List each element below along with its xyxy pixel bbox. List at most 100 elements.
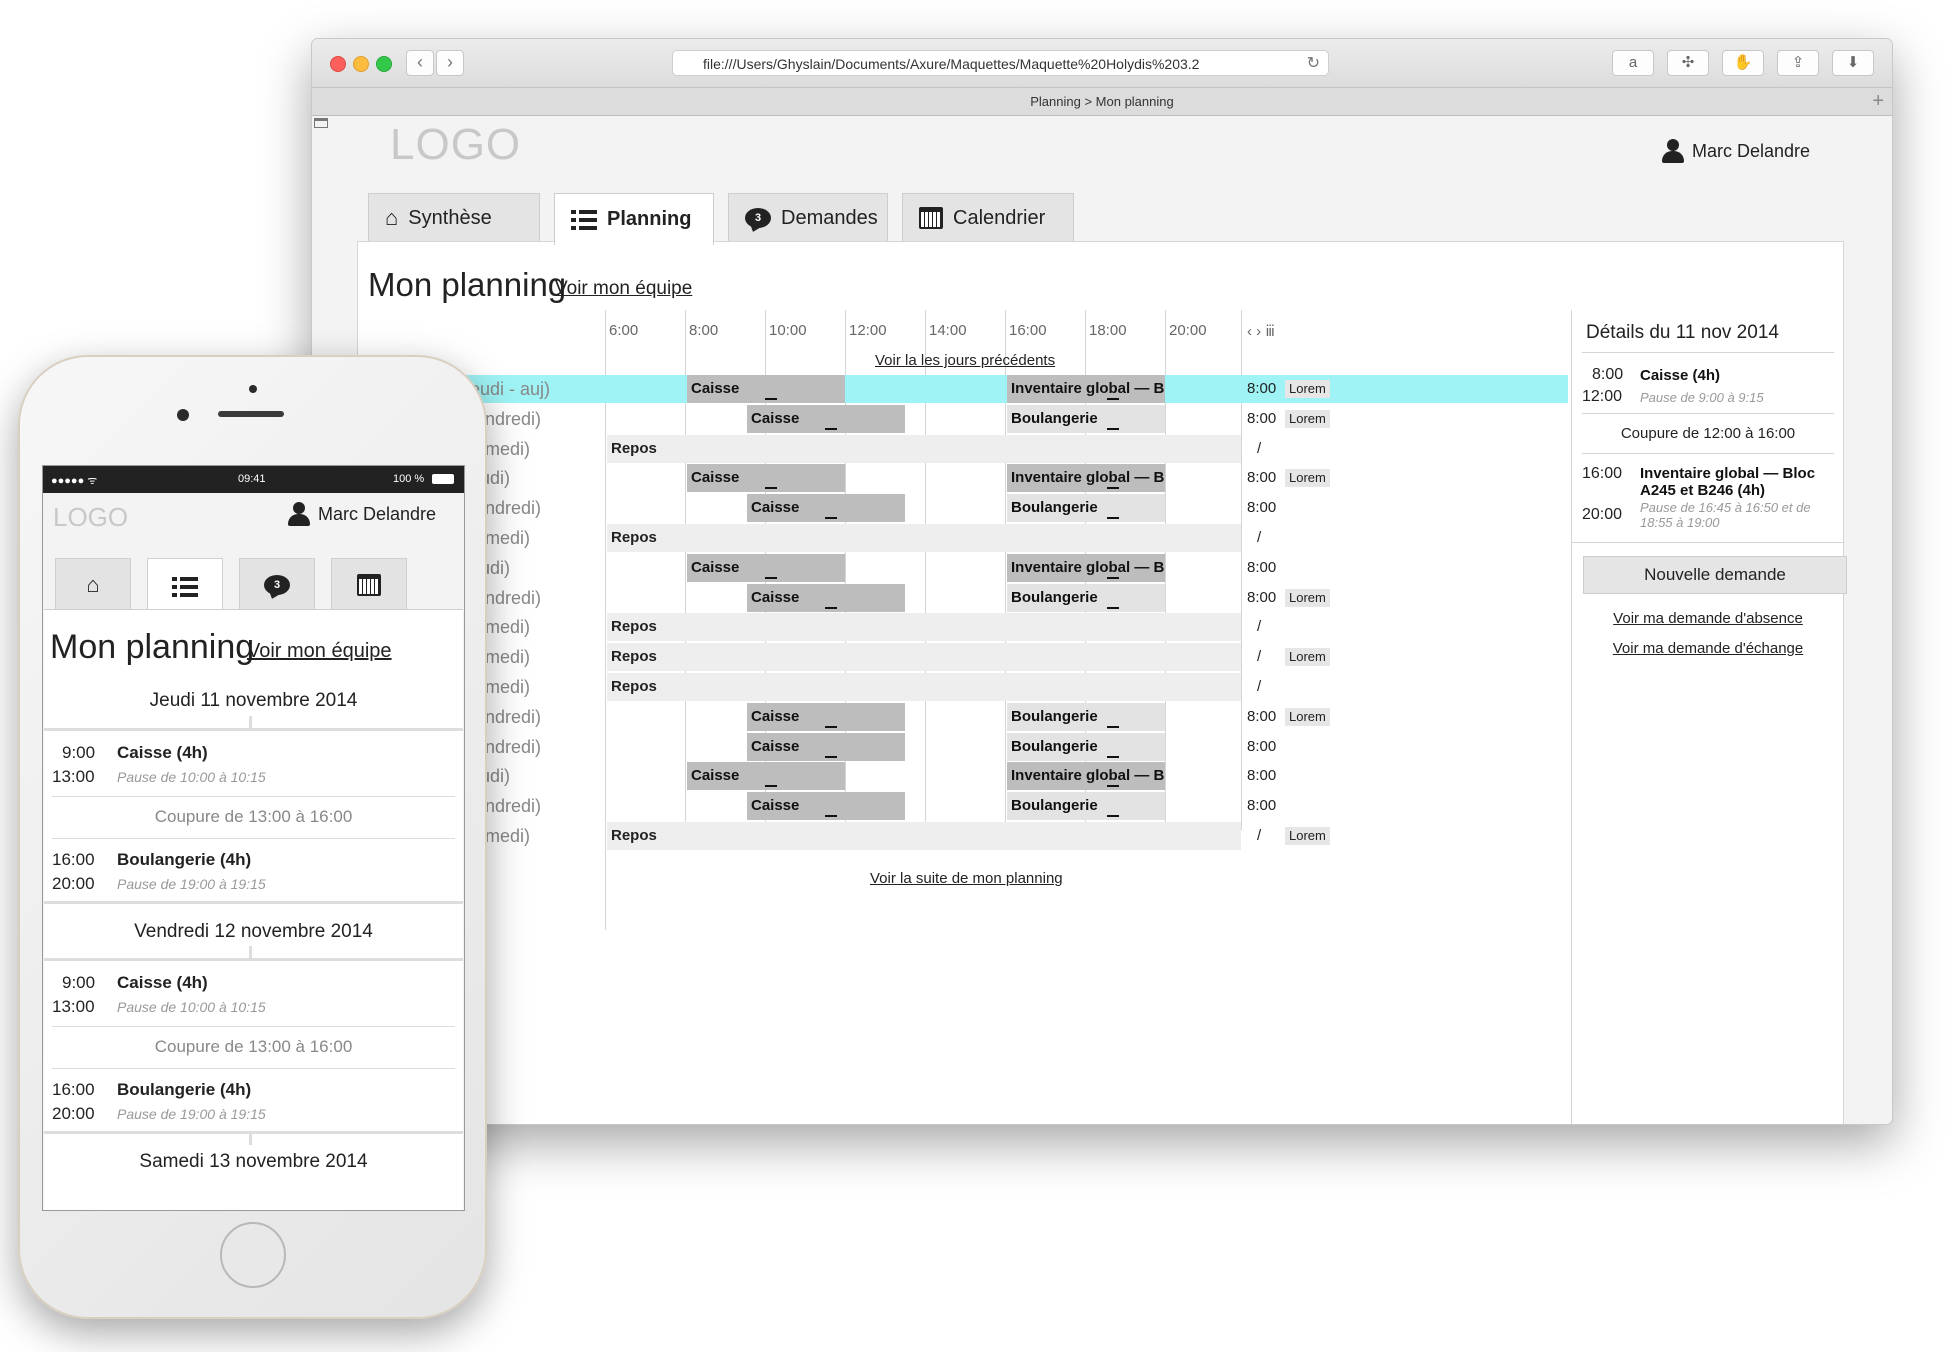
row-end-value: / <box>1257 827 1262 844</box>
details-panel: Détails du 11 nov 2014 8:00 12:00 Caisse… <box>1571 310 1847 1124</box>
shift-bar[interactable]: Caisse <box>687 464 845 492</box>
shift-bar[interactable]: Boulangerie <box>1007 584 1165 612</box>
tab-label: Demandes <box>781 206 878 229</box>
download-icon[interactable]: ⬇ <box>1832 50 1874 76</box>
shift-bar[interactable]: Inventaire global — B... <box>1007 375 1165 403</box>
shift-bar[interactable]: Boulangerie <box>1007 405 1165 433</box>
new-request-button[interactable]: Nouvelle demande <box>1583 556 1847 594</box>
address-bar[interactable]: file:///Users/Ghyslain/Documents/Axure/M… <box>672 50 1329 76</box>
tab-synthese[interactable]: ⌂ <box>55 558 131 610</box>
event-start: 9:00 <box>62 743 96 762</box>
hour-tick-label: 16:00 <box>1009 322 1047 339</box>
pause-marker <box>825 428 837 430</box>
event-end: 12:00 <box>1582 388 1623 405</box>
mobile-content: Mon planning Voir mon équipe Jeudi 11 no… <box>44 609 463 1210</box>
back-button[interactable]: ‹ <box>406 50 434 76</box>
row-day-label: (vendredi) <box>460 796 542 816</box>
shift-bar[interactable]: Inventaire global — B... <box>1007 762 1165 790</box>
hour-tick-label: 14:00 <box>929 322 967 339</box>
zoom-window-button[interactable] <box>376 56 392 72</box>
amazon-icon[interactable]: a <box>1612 50 1654 76</box>
tab-planning[interactable]: Planning <box>554 193 714 245</box>
home-button[interactable] <box>220 1222 286 1288</box>
tab-synthese[interactable]: ⌂ Synthèse <box>368 193 540 242</box>
rest-bar[interactable]: Repos <box>607 613 1241 641</box>
extension-icon[interactable]: ✣ <box>1667 50 1709 76</box>
lorem-badge: Lorem <box>1285 708 1330 726</box>
tab-label: Calendrier <box>953 206 1046 229</box>
sidebar-toggle-icon[interactable] <box>314 118 328 128</box>
connector <box>249 946 252 958</box>
event-pause: Pause de 19:00 à 19:15 <box>117 1106 266 1122</box>
user-name: Marc Delandre <box>1692 140 1811 161</box>
row-day-label: (vendredi) <box>460 737 542 757</box>
status-bar: ●●●●● ᯤ 09:41 100 % <box>43 466 464 493</box>
rest-bar[interactable]: Repos <box>607 643 1241 671</box>
row-end-value: 8:00 <box>1247 708 1277 725</box>
lorem-badge: Lorem <box>1285 589 1330 607</box>
shift-bar[interactable]: Boulangerie <box>1007 733 1165 761</box>
tab-calendrier[interactable]: Calendrier <box>902 193 1074 242</box>
planning-grid: 6:00 8:00 10:00 12:00 14:00 16:00 18:00 20:00 ‹ … <box>358 310 1568 1124</box>
event-end: 20:00 <box>52 1104 95 1123</box>
new-tab-icon[interactable]: + <box>1872 88 1884 115</box>
tab-planning[interactable] <box>147 558 223 614</box>
reload-icon[interactable]: ↻ <box>1307 51 1320 75</box>
tab-calendrier[interactable] <box>331 558 407 610</box>
lorem-badge: Lorem <box>1285 469 1330 487</box>
browser-tab[interactable]: Planning > Mon planning + <box>312 88 1892 116</box>
divider <box>52 796 455 797</box>
pause-marker <box>1107 398 1119 400</box>
row-end-value: / <box>1257 440 1262 457</box>
next-planning-link[interactable]: Voir la suite de mon planning <box>870 870 1063 887</box>
previous-days-link[interactable]: Voir la les jours précédents <box>875 352 1055 369</box>
shift-bar[interactable]: Caisse <box>687 554 845 582</box>
shift-bar[interactable]: Caisse <box>747 703 905 731</box>
chat-bubble-icon: 3 <box>264 574 290 595</box>
rest-bar[interactable]: Repos <box>607 435 1241 463</box>
share-icon[interactable]: ⇪ <box>1777 50 1819 76</box>
minimize-window-button[interactable] <box>353 56 369 72</box>
event-pause: Pause de 10:00 à 10:15 <box>117 999 266 1015</box>
event-pause: Pause de 9:00 à 9:15 <box>1640 390 1764 405</box>
shift-bar[interactable]: Caisse <box>747 405 905 433</box>
divider <box>44 901 463 904</box>
shift-bar[interactable]: Caisse <box>747 584 905 612</box>
rest-bar[interactable]: Repos <box>607 822 1241 850</box>
shift-bar[interactable]: Caisse <box>687 375 845 403</box>
event-name: Boulangerie (4h) <box>117 850 252 869</box>
pause-marker <box>1107 785 1119 787</box>
shift-bar[interactable]: Inventaire global — B... <box>1007 464 1165 492</box>
user-menu[interactable]: Marc Delandre <box>1662 139 1810 163</box>
event-start: 16:00 <box>52 1080 95 1099</box>
shift-bar[interactable]: Boulangerie <box>1007 703 1165 731</box>
divider <box>52 1068 455 1069</box>
tab-demandes[interactable]: 3 <box>239 558 315 610</box>
row-end-value: 8:00 <box>1247 410 1277 427</box>
list-icon <box>172 576 198 597</box>
shift-bar[interactable]: Caisse <box>747 792 905 820</box>
absence-request-link[interactable]: Voir ma demande d'absence <box>1572 610 1844 627</box>
shift-bar[interactable]: Caisse <box>687 762 845 790</box>
evernote-icon[interactable]: ✋ <box>1722 50 1764 76</box>
user-menu[interactable]: Marc Delandre <box>288 502 436 526</box>
tab-demandes[interactable]: 3 Demandes <box>728 193 888 242</box>
exchange-request-link[interactable]: Voir ma demande d'échange <box>1572 640 1844 657</box>
shift-bar[interactable]: Inventaire global — B... <box>1007 554 1165 582</box>
rest-bar[interactable]: Repos <box>607 524 1241 552</box>
shift-bar[interactable]: Caisse <box>747 494 905 522</box>
timeline-nav[interactable]: ‹ › ⅲ <box>1247 322 1275 340</box>
team-link[interactable]: Voir mon équipe <box>247 640 392 663</box>
forward-button[interactable]: › <box>436 50 464 76</box>
shift-bar[interactable]: Caisse <box>747 733 905 761</box>
shift-bar[interactable]: Boulangerie <box>1007 494 1165 522</box>
row-end-value: 8:00 <box>1247 767 1277 784</box>
team-link[interactable]: Voir mon équipe <box>555 278 692 300</box>
event-name: Inventaire global — Bloc A245 et B246 (4… <box>1640 465 1816 499</box>
rest-bar[interactable]: Repos <box>607 673 1241 701</box>
connector <box>249 716 252 728</box>
close-window-button[interactable] <box>330 56 346 72</box>
row-end-value: 8:00 <box>1247 380 1277 397</box>
shift-bar[interactable]: Boulangerie <box>1007 792 1165 820</box>
day-header: Jeudi 11 novembre 2014 <box>149 690 358 711</box>
